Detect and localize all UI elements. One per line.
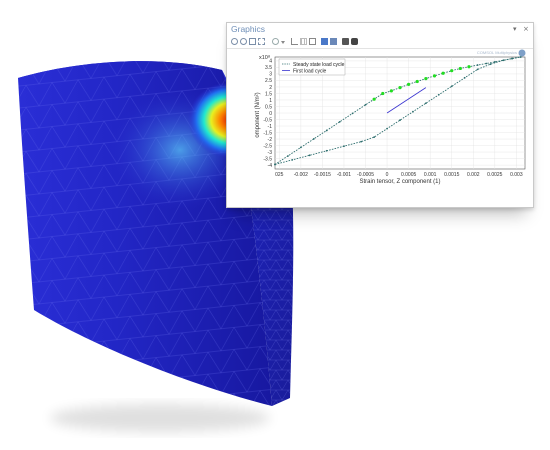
y-axis-multiplier: x10⁸	[259, 54, 270, 61]
export-icon[interactable]	[321, 38, 328, 45]
steady-state-point	[476, 68, 479, 71]
steady-state-point	[360, 140, 363, 143]
first-load-cycle-line	[386, 87, 427, 114]
x-tick-label: -0.0015	[314, 172, 331, 178]
steady-state-point	[291, 158, 294, 161]
y-tick-label: -3	[268, 150, 273, 156]
zoom-extents-icon[interactable]	[258, 38, 265, 45]
highlight-point	[407, 82, 411, 86]
steady-state-point	[493, 61, 496, 63]
steady-state-point	[502, 59, 505, 62]
highlight-point	[389, 89, 393, 93]
window-menu-icon[interactable]: ▾	[513, 25, 517, 33]
zoom-in-icon[interactable]	[231, 38, 238, 45]
x-tick-label: 0.0005	[401, 172, 417, 178]
window-title-bar: Graphics ▾ ×	[227, 23, 533, 37]
x-tick-label: 0.0015	[444, 172, 460, 178]
x-tick-label: 0.001	[424, 172, 437, 178]
window-title: Graphics	[231, 24, 266, 34]
comsol-logo-icon	[518, 49, 526, 57]
highlight-point	[458, 66, 462, 71]
y-tick-label: -0.5	[263, 117, 272, 123]
axis-icon[interactable]	[291, 38, 298, 45]
x-tick-label: 0.002	[467, 172, 480, 178]
highlight-point	[398, 86, 402, 90]
steady-state-point	[399, 119, 401, 122]
steady-state-point	[476, 64, 479, 66]
y-tick-label: 3.5	[265, 65, 272, 71]
y-tick-label: 3	[269, 72, 272, 78]
x-tick-label: -0.002	[294, 172, 308, 178]
y-tick-label: -2.5	[263, 143, 272, 149]
legend-label-steady: Steady state load cycle	[293, 62, 345, 68]
dropdown-icon[interactable]	[281, 41, 285, 44]
x-tick-label: -0.0005	[357, 172, 374, 178]
y-tick-label: 2.5	[265, 78, 272, 84]
y-tick-label: -1	[268, 124, 273, 130]
highlight-point	[372, 97, 376, 101]
y-tick-label: 0	[269, 111, 272, 117]
grid-icon[interactable]	[300, 38, 307, 45]
steady-state-point	[386, 127, 388, 130]
highlight-point	[450, 69, 454, 73]
steady-state-point	[343, 145, 345, 148]
camera-icon[interactable]	[351, 38, 358, 45]
y-tick-label: 1.5	[265, 91, 272, 97]
highlight-point	[415, 79, 419, 84]
steady-state-point	[485, 62, 488, 65]
y-tick-label: 2	[269, 85, 272, 91]
x-axis-label: Strain tensor, Z component (1)	[359, 179, 440, 185]
legend-icon[interactable]	[309, 38, 316, 45]
steady-state-point	[463, 76, 466, 79]
x-tick-label: 0.003	[510, 172, 523, 178]
steady-state-point	[511, 57, 513, 60]
comsol-logo-text: COMSOL Multiphysics	[477, 50, 517, 55]
steady-state-point	[351, 112, 354, 115]
highlight-point	[424, 77, 428, 81]
highlight-point	[467, 65, 471, 69]
steady-state-point	[424, 102, 427, 105]
steady-state-point	[450, 85, 453, 88]
steady-state-point	[373, 136, 376, 138]
y-tick-label: 1	[269, 98, 272, 104]
zoom-out-icon[interactable]	[240, 38, 247, 45]
steady-state-point	[412, 110, 414, 113]
y-tick-label: 0.5	[265, 104, 272, 110]
steady-state-point	[489, 63, 492, 66]
steady-state-point	[287, 155, 289, 157]
stress-strain-chart[interactable]: 43.532.521.510.50-0.5-1-1.5-2-2.5-3-3.5-…	[227, 49, 533, 207]
y-tick-label: -3.5	[263, 156, 272, 162]
x-tick-label: 0	[386, 172, 389, 178]
window-close-icon[interactable]: ×	[523, 25, 529, 33]
graphics-toolbar	[227, 37, 533, 49]
steady-state-point	[299, 146, 302, 149]
image-icon[interactable]	[330, 38, 337, 45]
x-tick-label: -0.001	[337, 172, 351, 178]
highlight-point	[432, 74, 437, 78]
steady-state-point	[312, 138, 315, 140]
steady-state-point	[338, 120, 341, 123]
reset-icon[interactable]	[272, 38, 279, 45]
chart-legend: Steady state load cycleFirst load cycle	[278, 58, 346, 76]
y-axis-label: omponent (N/m²)	[255, 92, 261, 137]
steady-state-point	[437, 93, 440, 96]
print-icon[interactable]	[342, 38, 349, 45]
highlight-point	[441, 71, 445, 75]
steady-state-point	[274, 163, 276, 166]
y-tick-label: -2	[268, 137, 273, 143]
legend-label-first: First load cycle	[293, 68, 327, 74]
highlight-point	[381, 91, 385, 96]
x-tick-label: 0.0025	[487, 172, 503, 178]
graphics-window[interactable]: Graphics ▾ × 4 3.5 3 2.5 2 1.5 1 0.5 0 -0.5 -1 -1.5…	[226, 22, 534, 208]
steady-state-point	[325, 129, 328, 132]
model-shadow	[50, 404, 270, 432]
zoom-box-icon[interactable]	[249, 38, 256, 45]
x-tick-label: 025	[275, 172, 284, 178]
steady-state-point	[325, 149, 328, 152]
steady-state-point	[308, 154, 311, 157]
y-tick-label: -1.5	[263, 130, 272, 136]
y-tick-label: -4	[268, 163, 273, 169]
steady-state-point	[364, 103, 367, 106]
